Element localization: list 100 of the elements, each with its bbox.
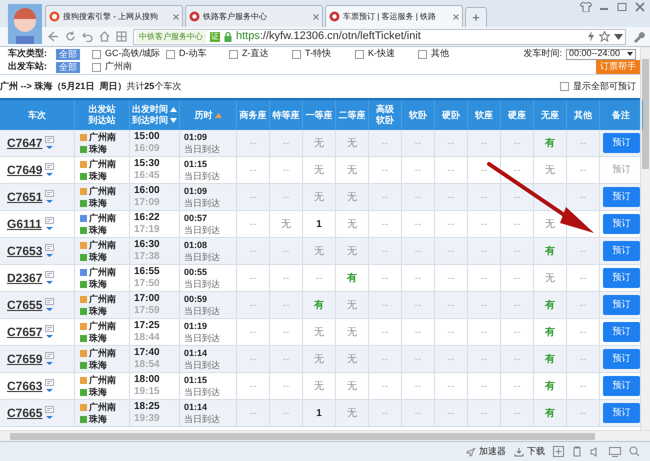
book-button[interactable]: 预订 bbox=[603, 349, 640, 369]
address-field[interactable]: 中铁客户服务中心 证 https://kyfw.12306.cn/otn/leftTicket/init bbox=[133, 28, 626, 44]
train-number-link[interactable]: G6111 bbox=[7, 215, 42, 233]
checkbox[interactable] bbox=[229, 50, 238, 58]
duration: 01:08 bbox=[184, 239, 208, 251]
train-details-icon[interactable] bbox=[44, 217, 54, 231]
screen-icon[interactable] bbox=[609, 446, 621, 456]
checkbox[interactable] bbox=[92, 50, 101, 58]
train-details-icon[interactable] bbox=[45, 325, 54, 339]
checkbox[interactable] bbox=[292, 50, 301, 58]
train-number-link[interactable]: C7653 bbox=[7, 242, 42, 260]
grid-icon[interactable] bbox=[116, 31, 127, 42]
arrival-time: 17:19 bbox=[134, 224, 161, 236]
time-select[interactable]: 00:00--24:00 bbox=[566, 48, 636, 60]
seat-availability: 1 bbox=[316, 218, 322, 232]
browser-tab[interactable]: 搜狗搜索引擎 - 上网从搜狗 bbox=[45, 5, 183, 27]
close-icon[interactable] bbox=[313, 14, 319, 20]
download-icon[interactable] bbox=[514, 446, 524, 456]
departure-station: 广州南 bbox=[89, 158, 116, 170]
seat-availability: 有 bbox=[545, 244, 555, 258]
train-number-link[interactable]: C7647 bbox=[7, 134, 42, 152]
duration: 01:15 bbox=[184, 158, 208, 170]
train-details-icon[interactable] bbox=[45, 190, 54, 204]
rocket-icon[interactable] bbox=[466, 446, 476, 456]
train-details-icon[interactable] bbox=[45, 271, 54, 285]
new-tab-button[interactable]: + bbox=[465, 7, 487, 27]
train-details-icon[interactable] bbox=[45, 379, 54, 393]
checkbox-label: T-特快 bbox=[305, 47, 331, 60]
book-button[interactable]: 预订 bbox=[603, 133, 640, 153]
book-button[interactable]: 预订 bbox=[603, 295, 640, 315]
arrival-day: 当日到达 bbox=[184, 278, 236, 290]
close-icon[interactable] bbox=[453, 14, 459, 20]
checkbox[interactable] bbox=[355, 50, 364, 58]
seat-availability: 无 bbox=[545, 218, 555, 232]
train-details-icon[interactable] bbox=[45, 298, 54, 312]
zoom-icon[interactable] bbox=[629, 446, 640, 457]
train-number-link[interactable]: D2367 bbox=[7, 269, 42, 287]
train-details-icon[interactable] bbox=[45, 244, 54, 258]
seat-availability: -- bbox=[382, 218, 388, 232]
sort-down-icon[interactable] bbox=[170, 118, 177, 123]
horizontal-scrollbar[interactable] bbox=[0, 430, 650, 441]
train-details-icon[interactable] bbox=[45, 163, 54, 177]
train-number-link[interactable]: C7651 bbox=[7, 188, 42, 206]
maximize-icon[interactable] bbox=[616, 2, 628, 12]
refresh-icon[interactable] bbox=[65, 31, 76, 42]
train-number-link[interactable]: C7655 bbox=[7, 296, 42, 314]
url-text: https://kyfw.12306.cn/otn/leftTicket/init bbox=[236, 29, 422, 44]
seat-availability: -- bbox=[382, 272, 388, 286]
train-details-icon[interactable] bbox=[45, 136, 54, 150]
checkbox[interactable] bbox=[560, 82, 569, 91]
train-number-link[interactable]: C7649 bbox=[7, 161, 42, 179]
train-details-icon[interactable] bbox=[45, 352, 54, 366]
seat-availability: -- bbox=[250, 190, 256, 204]
back-icon[interactable] bbox=[48, 31, 59, 42]
checkbox[interactable] bbox=[92, 62, 101, 72]
seat-availability: 有 bbox=[545, 298, 555, 312]
star-icon[interactable] bbox=[599, 31, 610, 42]
checkbox[interactable] bbox=[166, 50, 175, 58]
dropdown-icon[interactable] bbox=[627, 52, 633, 56]
duration: 01:14 bbox=[184, 347, 208, 359]
close-icon[interactable] bbox=[173, 14, 179, 20]
train-number-link[interactable]: C7657 bbox=[7, 323, 42, 341]
arrival-day: 当日到达 bbox=[184, 386, 236, 398]
browser-tab[interactable]: 车票预订 | 客运服务 | 铁路 bbox=[325, 5, 463, 27]
book-button[interactable]: 预订 bbox=[603, 322, 640, 342]
checkbox[interactable] bbox=[418, 50, 427, 58]
trash-icon[interactable] bbox=[572, 446, 582, 457]
lightning-icon[interactable] bbox=[587, 31, 595, 42]
seat-availability: 无 bbox=[347, 218, 357, 232]
train-number-link[interactable]: C7663 bbox=[7, 377, 42, 395]
browser-tab[interactable]: 铁路客户服务中心 bbox=[185, 5, 323, 27]
seat-availability: -- bbox=[414, 244, 422, 258]
book-button[interactable]: 预订 bbox=[603, 214, 640, 234]
train-number-link[interactable]: C7665 bbox=[7, 404, 42, 422]
seat-availability: -- bbox=[282, 406, 290, 420]
sort-up-icon[interactable] bbox=[170, 107, 177, 112]
home-icon[interactable] bbox=[99, 31, 110, 42]
departure-station: 广州南 bbox=[89, 401, 116, 413]
arrival-station: 珠海 bbox=[89, 143, 107, 155]
train-number-link[interactable]: C7659 bbox=[7, 350, 42, 368]
close-icon[interactable] bbox=[634, 2, 646, 12]
seat-availability: -- bbox=[382, 190, 388, 204]
duration: 00:57 bbox=[184, 212, 208, 224]
plus-box-icon[interactable] bbox=[553, 446, 564, 457]
book-button[interactable]: 预订 bbox=[603, 268, 640, 288]
shirt-icon[interactable] bbox=[580, 2, 592, 12]
train-details-icon[interactable] bbox=[45, 406, 54, 420]
dropdown-icon[interactable] bbox=[614, 34, 623, 40]
status-item[interactable]: 下载 bbox=[527, 444, 545, 458]
book-button[interactable]: 预订 bbox=[603, 187, 640, 207]
book-button[interactable]: 预订 bbox=[603, 376, 640, 396]
avatar-icon[interactable] bbox=[8, 4, 42, 44]
undo-icon[interactable] bbox=[82, 31, 93, 42]
vertical-scrollbar[interactable] bbox=[640, 47, 650, 430]
seat-availability: 无 bbox=[545, 272, 555, 286]
seat-availability: -- bbox=[250, 218, 256, 232]
book-button[interactable]: 预订 bbox=[603, 241, 640, 261]
book-button[interactable]: 预订 bbox=[603, 403, 640, 423]
seat-availability: 无 bbox=[347, 190, 357, 204]
status-item[interactable]: 加速器 bbox=[479, 444, 506, 458]
